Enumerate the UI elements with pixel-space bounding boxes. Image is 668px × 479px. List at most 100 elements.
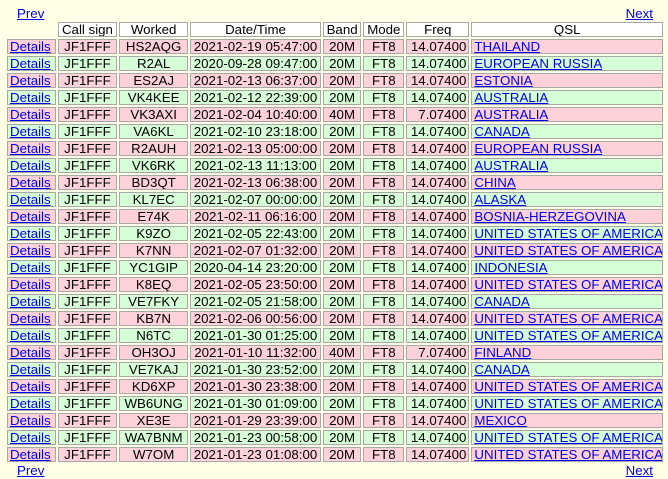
- details-link[interactable]: Details: [10, 142, 51, 155]
- mode-cell: FT8: [363, 141, 405, 156]
- details-cell: Details: [7, 243, 56, 258]
- details-link[interactable]: Details: [10, 210, 51, 223]
- worked-cell: VE7FKY: [119, 294, 189, 309]
- qsl-link[interactable]: INDONESIA: [474, 261, 547, 274]
- details-link[interactable]: Details: [10, 295, 51, 308]
- band-cell: 40M: [322, 107, 362, 122]
- details-link[interactable]: Details: [10, 176, 51, 189]
- details-link[interactable]: Details: [10, 312, 51, 325]
- details-link[interactable]: Details: [10, 91, 51, 104]
- call-sign-cell: JF1FFF: [57, 107, 117, 122]
- details-link[interactable]: Details: [10, 74, 51, 87]
- qsl-link[interactable]: CANADA: [474, 363, 529, 376]
- qsl-link[interactable]: FINLAND: [474, 346, 531, 359]
- details-cell: Details: [7, 328, 56, 343]
- qsl-cell: CHINA: [471, 175, 663, 190]
- column-header-freq: Freq: [406, 22, 470, 37]
- details-link[interactable]: Details: [10, 414, 51, 427]
- qsl-link[interactable]: UNITED STATES OF AMERICA: [474, 312, 662, 325]
- details-link[interactable]: Details: [10, 431, 51, 444]
- qsl-link[interactable]: UNITED STATES OF AMERICA: [474, 448, 662, 461]
- qsl-link[interactable]: ALASKA: [474, 193, 526, 206]
- qsl-link[interactable]: UNITED STATES OF AMERICA: [474, 244, 662, 257]
- qsl-link[interactable]: ESTONIA: [474, 74, 532, 87]
- call-sign-cell: JF1FFF: [57, 39, 117, 54]
- freq-cell: 14.07400: [406, 396, 470, 411]
- column-header-qsl: QSL: [471, 22, 663, 37]
- next-link-bottom[interactable]: Next: [626, 464, 653, 477]
- details-cell: Details: [7, 192, 56, 207]
- worked-cell: WA7BNM: [119, 430, 189, 445]
- qsl-cell: EUROPEAN RUSSIA: [471, 56, 663, 71]
- details-link[interactable]: Details: [10, 125, 51, 138]
- qsl-link[interactable]: UNITED STATES OF AMERICA: [474, 227, 662, 240]
- call-sign-cell: JF1FFF: [57, 175, 117, 190]
- table-header-row: Call sign Worked Date/Time Band Mode Fre…: [7, 22, 663, 37]
- details-link[interactable]: Details: [10, 346, 51, 359]
- details-link[interactable]: Details: [10, 159, 51, 172]
- freq-cell: 14.07400: [406, 192, 470, 207]
- qsl-link[interactable]: UNITED STATES OF AMERICA: [474, 329, 662, 342]
- qsl-link[interactable]: MEXICO: [474, 414, 526, 427]
- qsl-link[interactable]: CHINA: [474, 176, 515, 189]
- band-cell: 20M: [322, 294, 362, 309]
- qsl-cell: CANADA: [471, 362, 663, 377]
- details-link[interactable]: Details: [10, 329, 51, 342]
- band-cell: 20M: [322, 413, 362, 428]
- table-row: Details JF1FFF VK4KEE 2021-02-12 22:39:00 20…: [7, 90, 663, 105]
- details-link[interactable]: Details: [10, 57, 51, 70]
- qsl-link[interactable]: AUSTRALIA: [474, 91, 548, 104]
- qsl-link[interactable]: UNITED STATES OF AMERICA: [474, 380, 662, 393]
- datetime-cell: 2021-02-07 00:00:00: [190, 192, 321, 207]
- details-cell: Details: [7, 413, 56, 428]
- qsl-link[interactable]: BOSNIA-HERZEGOVINA: [474, 210, 625, 223]
- details-link[interactable]: Details: [10, 397, 51, 410]
- worked-cell: ES2AJ: [119, 73, 189, 88]
- datetime-cell: 2021-01-30 01:09:00: [190, 396, 321, 411]
- qsl-link[interactable]: AUSTRALIA: [474, 108, 548, 121]
- freq-cell: 14.07400: [406, 430, 470, 445]
- qsl-link[interactable]: UNITED STATES OF AMERICA: [474, 278, 662, 291]
- details-link[interactable]: Details: [10, 244, 51, 257]
- details-link[interactable]: Details: [10, 363, 51, 376]
- mode-cell: FT8: [363, 39, 405, 54]
- qsl-link[interactable]: THAILAND: [474, 40, 540, 53]
- details-link[interactable]: Details: [10, 227, 51, 240]
- mode-cell: FT8: [363, 175, 405, 190]
- details-link[interactable]: Details: [10, 40, 51, 53]
- prev-link-bottom[interactable]: Prev: [17, 464, 44, 477]
- details-cell: Details: [7, 260, 56, 275]
- freq-cell: 14.07400: [406, 141, 470, 156]
- qsl-cell: UNITED STATES OF AMERICA: [471, 396, 663, 411]
- mode-cell: FT8: [363, 243, 405, 258]
- details-link[interactable]: Details: [10, 193, 51, 206]
- qsl-cell: CANADA: [471, 124, 663, 139]
- qsl-link[interactable]: UNITED STATES OF AMERICA: [474, 431, 662, 444]
- call-sign-cell: JF1FFF: [57, 294, 117, 309]
- next-link[interactable]: Next: [626, 7, 653, 20]
- details-link[interactable]: Details: [10, 278, 51, 291]
- qsl-link[interactable]: EUROPEAN RUSSIA: [474, 57, 602, 70]
- qsl-link[interactable]: CANADA: [474, 125, 529, 138]
- datetime-cell: 2021-01-10 11:32:00: [190, 345, 321, 360]
- call-sign-cell: JF1FFF: [57, 413, 117, 428]
- band-cell: 20M: [322, 311, 362, 326]
- details-link[interactable]: Details: [10, 108, 51, 121]
- worked-cell: R2AL: [119, 56, 189, 71]
- qsl-link[interactable]: CANADA: [474, 295, 529, 308]
- table-row: Details JF1FFF KL7EC 2021-02-07 00:00:00 20M…: [7, 192, 663, 207]
- log-container: Prev Next Call sign Worked Date/Time Ban…: [5, 5, 665, 479]
- worked-cell: VA6KL: [119, 124, 189, 139]
- details-link[interactable]: Details: [10, 448, 51, 461]
- details-link[interactable]: Details: [10, 380, 51, 393]
- qsl-link[interactable]: AUSTRALIA: [474, 159, 548, 172]
- qsl-link[interactable]: EUROPEAN RUSSIA: [474, 142, 602, 155]
- call-sign-cell: JF1FFF: [57, 379, 117, 394]
- mode-cell: FT8: [363, 430, 405, 445]
- call-sign-cell: JF1FFF: [57, 192, 117, 207]
- prev-link[interactable]: Prev: [17, 7, 44, 20]
- call-sign-cell: JF1FFF: [57, 90, 117, 105]
- details-cell: Details: [7, 294, 56, 309]
- qsl-link[interactable]: UNITED STATES OF AMERICA: [474, 397, 662, 410]
- details-link[interactable]: Details: [10, 261, 51, 274]
